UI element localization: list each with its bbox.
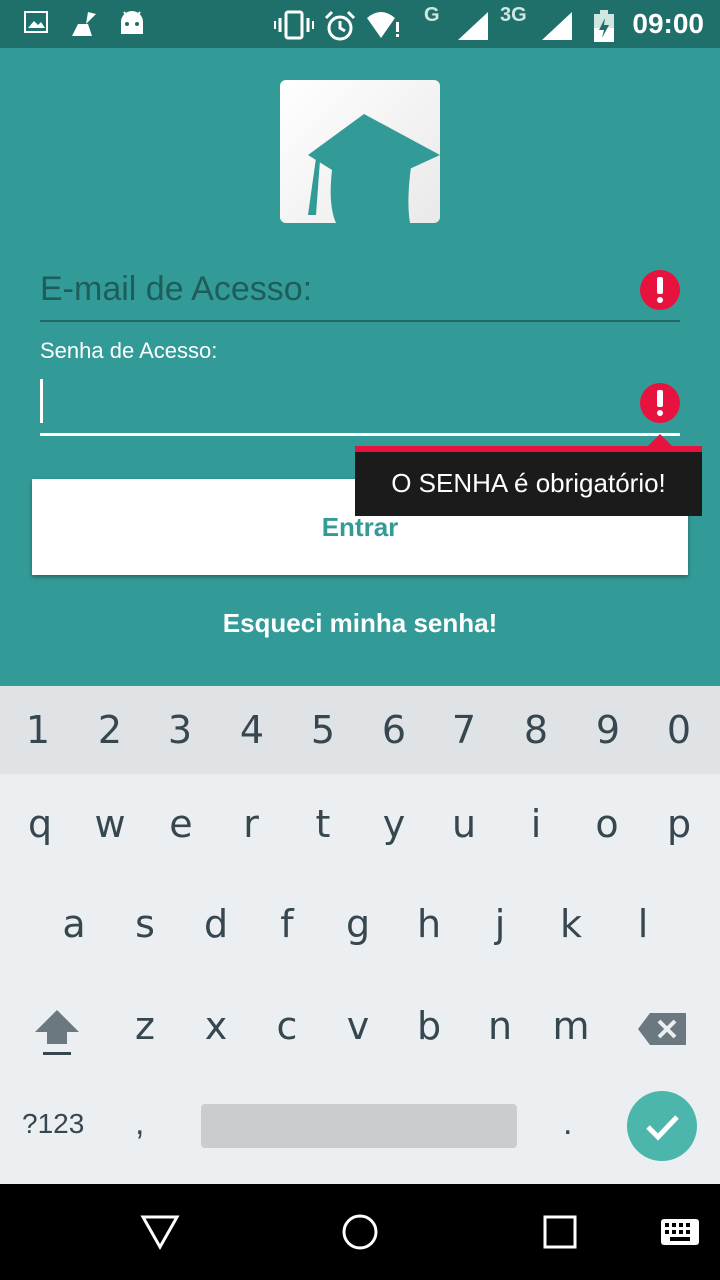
signal-3g-icon: [542, 12, 572, 40]
key-m[interactable]: m: [535, 1004, 607, 1048]
keyboard-switch-icon[interactable]: [660, 1218, 700, 1246]
key-q[interactable]: q: [4, 802, 76, 846]
key-z[interactable]: z: [109, 1004, 181, 1048]
number-row: 1 2 3 4 5 6 7 8 9 0: [0, 686, 720, 774]
back-icon[interactable]: [140, 1214, 180, 1250]
cleaner-icon: [72, 12, 96, 36]
key-r[interactable]: r: [215, 802, 287, 846]
key-6[interactable]: 6: [358, 708, 430, 752]
password-label: Senha de Acesso:: [40, 338, 218, 363]
key-e[interactable]: e: [145, 802, 217, 846]
home-icon[interactable]: [340, 1212, 380, 1252]
image-icon: [24, 11, 48, 33]
shift-icon[interactable]: [33, 1008, 81, 1058]
clock: 09:00: [632, 8, 704, 39]
signal-icon: [458, 12, 488, 40]
tooltip-arrow: [648, 434, 672, 446]
alarm-icon: [324, 10, 356, 41]
graduation-cap-icon: [308, 114, 440, 223]
key-p[interactable]: p: [643, 802, 715, 846]
key-i[interactable]: i: [500, 802, 572, 846]
key-y[interactable]: y: [358, 802, 430, 846]
key-l[interactable]: l: [607, 902, 679, 946]
network-3g-label: 3G: [500, 4, 527, 26]
key-h[interactable]: h: [393, 902, 465, 946]
graduation-cap-logo: [280, 80, 440, 223]
key-w[interactable]: w: [74, 802, 146, 846]
key-0[interactable]: 0: [643, 708, 715, 752]
password-field[interactable]: [40, 373, 680, 436]
text-cursor: [40, 379, 43, 423]
key-u[interactable]: u: [428, 802, 500, 846]
comma-key[interactable]: ,: [135, 1104, 144, 1143]
key-x[interactable]: x: [180, 1004, 252, 1048]
symbols-key[interactable]: ?123: [22, 1108, 84, 1140]
key-v[interactable]: v: [322, 1004, 394, 1048]
key-a[interactable]: a: [38, 902, 110, 946]
battery-charging-icon: [594, 10, 614, 42]
navigation-bar: [0, 1184, 720, 1280]
login-screen: E-mail de Acesso: Senha de Acesso: Entra…: [0, 48, 720, 686]
soft-keyboard: 1 2 3 4 5 6 7 8 9 0 q w e r t y u i o p …: [0, 686, 720, 1184]
email-placeholder: E-mail de Acesso:: [40, 270, 313, 308]
key-4[interactable]: 4: [216, 708, 288, 752]
key-2[interactable]: 2: [74, 708, 146, 752]
key-c[interactable]: c: [251, 1004, 323, 1048]
key-b[interactable]: b: [393, 1004, 465, 1048]
network-g-label: G: [424, 4, 440, 26]
key-3[interactable]: 3: [144, 708, 216, 752]
vibrate-icon: [274, 10, 314, 40]
status-bar: G 3G 09:00: [0, 0, 720, 48]
enter-button[interactable]: [627, 1091, 697, 1161]
backspace-icon[interactable]: [636, 1011, 688, 1047]
key-t[interactable]: t: [287, 802, 359, 846]
key-8[interactable]: 8: [500, 708, 572, 752]
forgot-password-link[interactable]: Esqueci minha senha!: [0, 608, 720, 639]
recents-icon[interactable]: [543, 1215, 577, 1249]
key-1[interactable]: 1: [2, 708, 74, 752]
key-n[interactable]: n: [464, 1004, 536, 1048]
key-g[interactable]: g: [322, 902, 394, 946]
space-bar[interactable]: [201, 1104, 517, 1148]
checkmark-icon: [646, 1115, 679, 1141]
wifi-alert-icon: [367, 12, 399, 38]
android-icon: [121, 11, 143, 34]
key-7[interactable]: 7: [428, 708, 500, 752]
key-9[interactable]: 9: [572, 708, 644, 752]
period-key[interactable]: .: [563, 1104, 572, 1143]
key-d[interactable]: d: [180, 902, 252, 946]
key-s[interactable]: s: [109, 902, 181, 946]
key-f[interactable]: f: [251, 902, 323, 946]
key-5[interactable]: 5: [287, 708, 359, 752]
key-k[interactable]: k: [535, 902, 607, 946]
key-j[interactable]: j: [464, 902, 536, 946]
email-error-icon[interactable]: [640, 270, 680, 310]
key-o[interactable]: o: [571, 802, 643, 846]
password-error-icon[interactable]: [640, 383, 680, 423]
email-field[interactable]: E-mail de Acesso:: [40, 258, 680, 322]
error-tooltip: O SENHA é obrigatório!: [355, 446, 702, 516]
